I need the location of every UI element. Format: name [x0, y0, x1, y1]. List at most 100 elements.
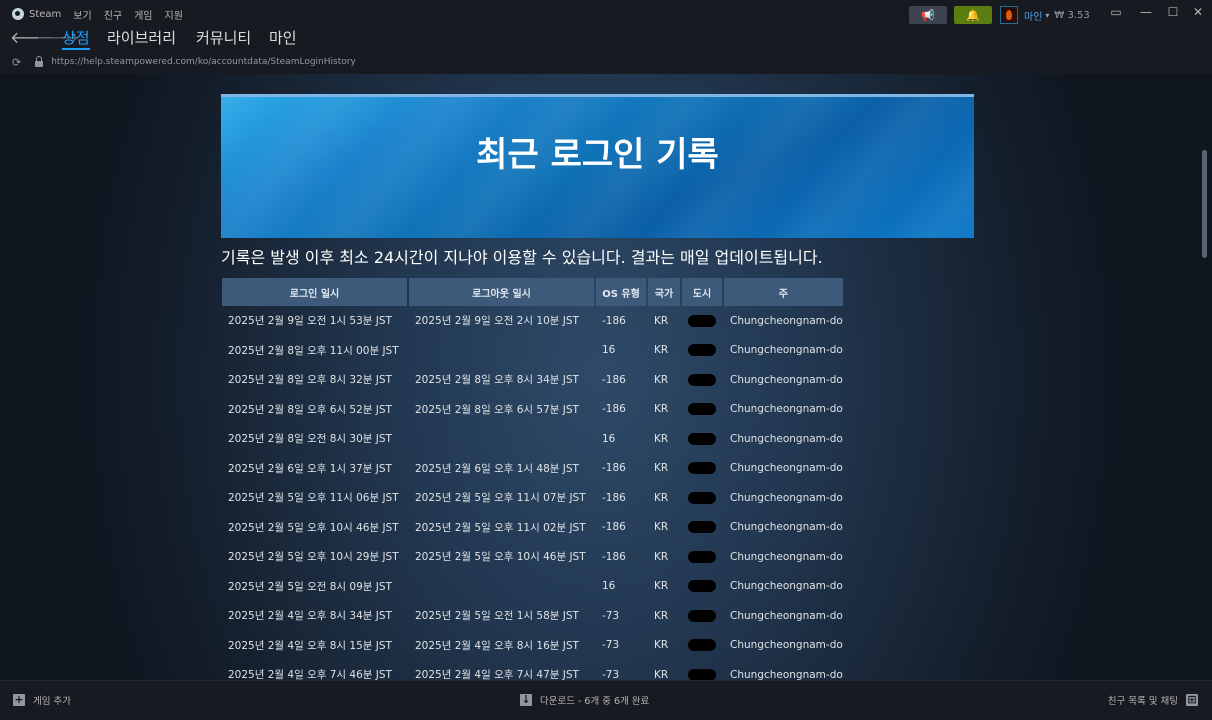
- cell-state: Chungcheongnam-do: [730, 521, 843, 534]
- cell-city: [682, 660, 722, 680]
- column-header-login: 로그인 일시: [222, 278, 407, 306]
- minimize-icon[interactable]: —: [1136, 5, 1156, 19]
- cell-country: KR: [654, 609, 669, 622]
- close-icon[interactable]: ✕: [1188, 5, 1208, 19]
- cell-state: Chungcheongnam-do: [730, 668, 843, 680]
- account-menu[interactable]: 마인 ▾ ₩ 3.53: [1000, 5, 1090, 25]
- cell-logout-time: 2025년 2월 4일 오후 7시 47분 JST: [415, 669, 579, 680]
- cell-city: [682, 306, 722, 336]
- announcements-button[interactable]: 📢: [909, 6, 947, 24]
- cell-city: [682, 631, 722, 661]
- table-row: 2025년 2월 4일 오후 8시 15분 JST 2025년 2월 4일 오후 …: [222, 631, 843, 661]
- cell-state: Chungcheongnam-do: [730, 550, 843, 563]
- menu-games[interactable]: 게임: [134, 7, 152, 22]
- table-header-row: 로그인 일시 로그아웃 일시 OS 유형 국가 도시 주: [222, 278, 843, 306]
- steam-logo-icon[interactable]: [12, 8, 24, 20]
- cell-logout-time: 2025년 2월 5일 오후 10시 46분 JST: [415, 551, 586, 564]
- table-row: 2025년 2월 8일 오후 6시 52분 JST 2025년 2월 8일 오후 …: [222, 395, 843, 425]
- friends-chat-button[interactable]: 친구 목록 및 채팅 ⊞: [1108, 693, 1198, 707]
- menu-view[interactable]: 보기: [73, 7, 91, 22]
- title-bar: Steam 보기 친구 게임 지원 📢 🔔 마인 ▾ ₩ 3.53 ▭ — ☐ …: [0, 0, 1212, 28]
- tab-profile[interactable]: 마인: [269, 28, 297, 48]
- cell-city: [682, 572, 722, 602]
- tab-library[interactable]: 라이브러리: [107, 28, 176, 48]
- cell-country: KR: [654, 373, 669, 386]
- redacted-city: [688, 550, 716, 563]
- column-header-state: 주: [724, 278, 843, 306]
- history-notice: 기록은 발생 이후 최소 24시간이 지나야 이용할 수 있습니다. 결과는 매…: [221, 248, 823, 267]
- cell-os-type: -73: [602, 609, 620, 622]
- cell-login-time: 2025년 2월 5일 오후 11시 06분 JST: [228, 492, 399, 505]
- table-row: 2025년 2월 4일 오후 8시 34분 JST 2025년 2월 5일 오전 …: [222, 601, 843, 631]
- avatar: [1000, 6, 1018, 24]
- menu-help[interactable]: 지원: [165, 7, 183, 22]
- add-game-label: 게임 추가: [33, 696, 71, 707]
- maximize-icon[interactable]: ☐: [1163, 5, 1183, 19]
- wallet-balance: ₩ 3.53: [1054, 9, 1090, 21]
- cell-state: Chungcheongnam-do: [730, 432, 843, 445]
- reload-icon[interactable]: ⟳: [12, 56, 21, 69]
- table-row: 2025년 2월 8일 오후 8시 32분 JST 2025년 2월 8일 오후 …: [222, 365, 843, 395]
- cell-logout-time: 2025년 2월 6일 오후 1시 48분 JST: [415, 462, 579, 475]
- cell-logout-time: 2025년 2월 9일 오전 2시 10분 JST: [415, 315, 579, 328]
- download-icon: ↓: [520, 693, 532, 706]
- add-game-button[interactable]: + 게임 추가: [13, 693, 71, 707]
- cell-os-type: -186: [602, 521, 626, 534]
- downloads-button[interactable]: ↓ 다운로드 - 6개 중 6개 완료: [520, 693, 649, 707]
- menu-friends[interactable]: 친구: [104, 7, 122, 22]
- cell-country: KR: [654, 462, 669, 475]
- redacted-city: [688, 432, 716, 445]
- column-header-country: 국가: [648, 278, 680, 306]
- table-row: 2025년 2월 5일 오후 10시 29분 JST 2025년 2월 5일 오후…: [222, 542, 843, 572]
- monitor-icon[interactable]: ▭: [1106, 5, 1126, 19]
- menu-steam[interactable]: Steam: [29, 9, 61, 20]
- redacted-city: [688, 403, 716, 416]
- menu-bar: Steam 보기 친구 게임 지원: [0, 0, 195, 28]
- cell-logout-time: 2025년 2월 5일 오후 11시 07분 JST: [415, 492, 586, 505]
- cell-state: Chungcheongnam-do: [730, 580, 843, 593]
- cell-city: [682, 454, 722, 484]
- cell-os-type: 16: [602, 344, 616, 357]
- chevron-down-icon: ▾: [1045, 10, 1050, 20]
- cell-country: KR: [654, 550, 669, 563]
- navigation-bar: 🡐 🡒 상점 라이브러리 커뮤니티 마인: [0, 28, 1212, 50]
- cell-login-time: 2025년 2월 8일 오후 11시 00분 JST: [228, 344, 399, 357]
- cell-logout-time: [409, 424, 594, 454]
- cell-state: Chungcheongnam-do: [730, 491, 843, 504]
- url-text[interactable]: https://help.steampowered.com/ko/account…: [51, 57, 356, 67]
- cell-logout-time: [409, 572, 594, 602]
- cell-os-type: -186: [602, 462, 626, 475]
- cell-login-time: 2025년 2월 5일 오후 10시 29분 JST: [228, 551, 399, 564]
- column-header-logout: 로그아웃 일시: [409, 278, 594, 306]
- cell-country: KR: [654, 344, 669, 357]
- notifications-button[interactable]: 🔔: [954, 6, 992, 24]
- cell-country: KR: [654, 314, 669, 327]
- cell-state: Chungcheongnam-do: [730, 462, 843, 475]
- cell-city: [682, 336, 722, 366]
- cell-logout-time: 2025년 2월 8일 오후 6시 57분 JST: [415, 403, 579, 416]
- redacted-city: [688, 373, 716, 386]
- column-header-os: OS 유형: [596, 278, 646, 306]
- table-row: 2025년 2월 5일 오전 8시 09분 JST 16 KR Chungcheong…: [222, 572, 843, 602]
- friends-label: 친구 목록 및 채팅: [1107, 696, 1178, 707]
- tab-community[interactable]: 커뮤니티: [196, 28, 251, 48]
- tab-store[interactable]: 상점: [62, 28, 90, 50]
- cell-state: Chungcheongnam-do: [730, 373, 843, 386]
- redacted-city: [688, 314, 716, 327]
- cell-logout-time: 2025년 2월 5일 오전 1시 58분 JST: [415, 610, 579, 623]
- table-row: 2025년 2월 5일 오후 11시 06분 JST 2025년 2월 5일 오후…: [222, 483, 843, 513]
- page-content: 최근 로그인 기록 기록은 발생 이후 최소 24시간이 지나야 이용할 수 있…: [0, 74, 1212, 680]
- page-title: 최근 로그인 기록: [476, 135, 719, 175]
- redacted-city: [688, 491, 716, 504]
- cell-os-type: -73: [602, 668, 620, 680]
- friends-icon: ⊞: [1186, 693, 1198, 706]
- cell-os-type: -186: [602, 314, 626, 327]
- scrollbar[interactable]: [1202, 150, 1207, 258]
- cell-login-time: 2025년 2월 8일 오전 8시 30분 JST: [228, 433, 392, 446]
- cell-login-time: 2025년 2월 8일 오후 6시 52분 JST: [228, 403, 392, 416]
- cell-country: KR: [654, 432, 669, 445]
- cell-os-type: -186: [602, 373, 626, 386]
- cell-login-time: 2025년 2월 4일 오후 8시 34분 JST: [228, 610, 392, 623]
- cell-login-time: 2025년 2월 5일 오후 10시 46분 JST: [228, 521, 399, 534]
- cell-login-time: 2025년 2월 4일 오후 8시 15분 JST: [228, 639, 392, 652]
